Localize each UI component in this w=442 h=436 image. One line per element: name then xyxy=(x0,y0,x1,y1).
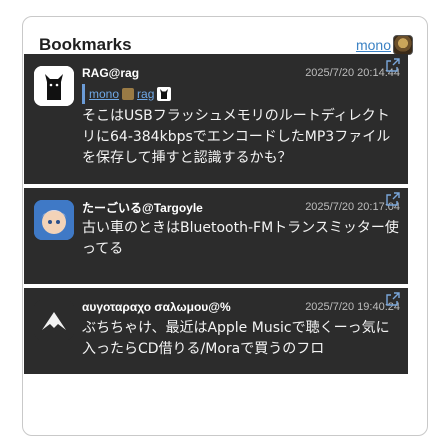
bookmark-list: RAG@rag 2025/7/20 20:14:44 mono rag そこはU… xyxy=(24,54,408,378)
bookmark-item[interactable]: RAG@rag 2025/7/20 20:14:44 mono rag そこはU… xyxy=(24,54,408,188)
post-meta: αυγοταραχο σαλωμου@% 2025/7/20 19:40:24 xyxy=(82,296,400,318)
account-avatar[interactable] xyxy=(393,35,413,55)
quote-handle-link[interactable]: rag xyxy=(137,87,154,101)
cat-small-icon xyxy=(157,87,172,101)
page-title: Bookmarks xyxy=(39,35,132,54)
post-text: ぶちちゃけ、最近はApple Musicで聴くーっ気に入ったらCD借りる/Mor… xyxy=(82,320,390,357)
post-text: そこはUSBフラッシュメモリのルートディレクトリに64-384kbpsでエンコー… xyxy=(82,108,391,166)
account-switcher[interactable]: mono xyxy=(356,35,413,55)
quote-avatar xyxy=(122,88,135,100)
post-meta: たーごいる@Targoyle 2025/7/20 20:17:04 xyxy=(82,196,400,218)
anime-avatar-icon[interactable] xyxy=(34,200,74,240)
bookmark-item[interactable]: たーごいる@Targoyle 2025/7/20 20:17:04 古い車のとき… xyxy=(24,188,408,288)
external-link-icon[interactable] xyxy=(386,292,400,306)
author-name[interactable]: RAG@rag xyxy=(82,66,139,80)
bird-avatar-icon[interactable] xyxy=(34,300,74,340)
account-name-link[interactable]: mono xyxy=(356,37,391,53)
post-text: 古い車のときはBluetooth-FMトランスミッター使ってる xyxy=(82,220,399,257)
author-name[interactable]: αυγοταραχο σαλωμου@% xyxy=(82,300,231,314)
external-link-icon[interactable] xyxy=(386,58,400,72)
quote-account-link[interactable]: mono xyxy=(89,87,119,101)
author-name[interactable]: たーごいる@Targoyle xyxy=(82,199,203,216)
bookmark-item[interactable]: αυγοταραχο σαλωμου@% 2025/7/20 19:40:24 … xyxy=(24,288,408,378)
cat-avatar-icon[interactable] xyxy=(34,66,74,106)
external-link-icon[interactable] xyxy=(386,192,400,206)
quote-line: mono rag xyxy=(82,84,400,104)
post-meta: RAG@rag 2025/7/20 20:14:44 xyxy=(82,62,400,84)
